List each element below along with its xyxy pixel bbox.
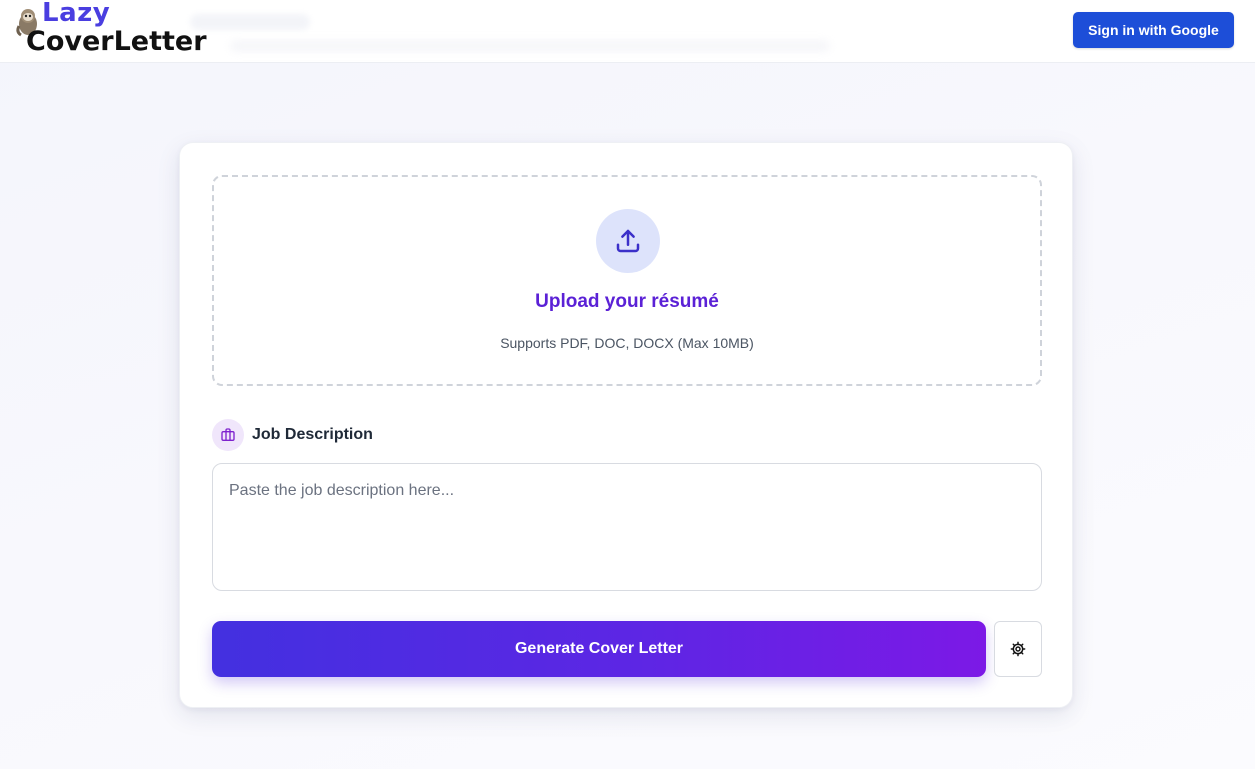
upload-title: Upload your résumé (535, 291, 719, 312)
settings-button[interactable] (994, 621, 1042, 677)
blurred-background-text (230, 40, 830, 52)
top-navigation-bar: Lazy CoverLetter Sign in with Google (0, 0, 1255, 63)
resume-upload-dropzone[interactable]: Upload your résumé Supports PDF, DOC, DO… (212, 175, 1042, 386)
job-description-label: Job Description (252, 426, 373, 443)
job-description-textarea[interactable] (212, 463, 1042, 591)
sign-in-with-google-button[interactable]: Sign in with Google (1073, 12, 1234, 48)
briefcase-icon-badge (212, 419, 244, 451)
upload-icon (616, 229, 640, 253)
logo-word-coverletter: CoverLetter (26, 26, 207, 57)
generate-cover-letter-button[interactable]: Generate Cover Letter (212, 621, 986, 677)
gear-icon (1010, 641, 1026, 657)
briefcase-icon (221, 428, 235, 441)
lazy-coverletter-logo[interactable]: Lazy CoverLetter (14, 0, 224, 60)
upload-icon-circle (596, 209, 660, 273)
logo-word-lazy: Lazy (42, 0, 111, 28)
blurred-background-text (190, 14, 310, 30)
upload-supported-formats: Supports PDF, DOC, DOCX (Max 10MB) (500, 335, 754, 351)
main-form-card: Upload your résumé Supports PDF, DOC, DO… (179, 142, 1073, 708)
